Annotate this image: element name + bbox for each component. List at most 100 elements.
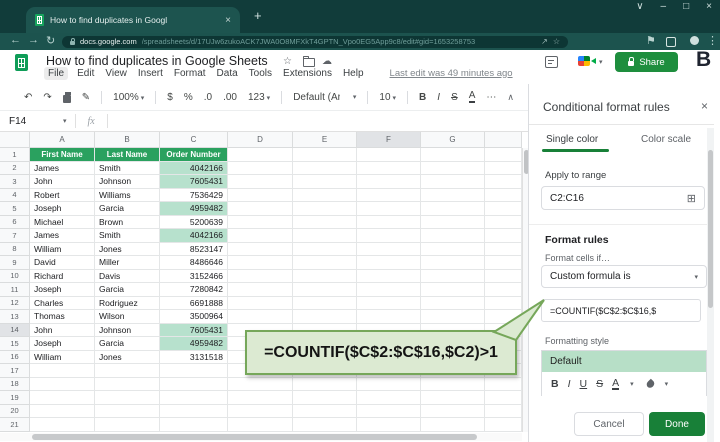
cell[interactable] — [228, 175, 293, 189]
cell[interactable]: John — [30, 175, 95, 189]
row-header-8[interactable]: 8 — [0, 243, 30, 257]
cell[interactable] — [357, 162, 421, 176]
cell[interactable]: 7605431 — [160, 324, 228, 338]
cell[interactable] — [293, 216, 357, 230]
cell[interactable] — [485, 418, 522, 432]
cell[interactable]: 7280842 — [160, 283, 228, 297]
cell[interactable]: Richard — [30, 270, 95, 284]
share-button[interactable]: Share — [615, 52, 678, 72]
column-header-F[interactable]: F — [357, 132, 421, 148]
tab-color-scale[interactable]: Color scale — [641, 134, 691, 145]
cell[interactable]: Brown — [95, 216, 160, 230]
cell[interactable] — [485, 256, 522, 270]
style-preview[interactable]: Default — [542, 351, 706, 372]
cell[interactable] — [421, 243, 485, 257]
cell[interactable] — [421, 418, 485, 432]
cell[interactable] — [293, 391, 357, 405]
cell[interactable] — [95, 391, 160, 405]
menu-file[interactable]: File — [44, 67, 68, 80]
panel-scrollbar[interactable] — [707, 128, 714, 442]
cell[interactable] — [421, 391, 485, 405]
name-box-dropdown-icon[interactable]: ▾ — [63, 117, 67, 125]
cell[interactable] — [357, 256, 421, 270]
cell[interactable] — [485, 391, 522, 405]
cell[interactable] — [30, 364, 95, 378]
font-size-select[interactable]: 10▾ — [379, 92, 396, 103]
cell[interactable] — [485, 229, 522, 243]
cell[interactable]: Smith — [95, 162, 160, 176]
cell[interactable] — [293, 256, 357, 270]
cell[interactable]: Joseph — [30, 202, 95, 216]
cell[interactable]: Davis — [95, 270, 160, 284]
cell[interactable]: Miller — [95, 256, 160, 270]
row-header-18[interactable]: 18 — [0, 378, 30, 392]
grid-corner[interactable] — [0, 132, 30, 148]
menu-edit[interactable]: Edit — [77, 68, 94, 79]
cell[interactable]: Williams — [95, 189, 160, 203]
cell[interactable] — [357, 283, 421, 297]
cell[interactable] — [228, 270, 293, 284]
cell[interactable]: 3131518 — [160, 351, 228, 365]
cell[interactable] — [357, 148, 421, 162]
cell[interactable] — [357, 216, 421, 230]
font-dropdown-icon[interactable]: ▾ — [353, 93, 357, 101]
style-italic-button[interactable]: I — [568, 378, 571, 390]
paint-format-icon[interactable]: ✎ — [82, 92, 90, 103]
cell[interactable] — [293, 418, 357, 432]
reload-icon[interactable]: ↻ — [46, 34, 55, 47]
row-header-5[interactable]: 5 — [0, 202, 30, 216]
cell[interactable] — [293, 243, 357, 257]
cell[interactable] — [160, 391, 228, 405]
cell[interactable] — [293, 162, 357, 176]
row-header-11[interactable]: 11 — [0, 283, 30, 297]
cell[interactable]: 4042166 — [160, 229, 228, 243]
cell[interactable]: First Name — [30, 148, 95, 162]
new-tab-button[interactable]: + — [254, 8, 262, 23]
horizontal-scrollbar[interactable] — [0, 433, 522, 441]
cell[interactable]: James — [30, 229, 95, 243]
row-header-13[interactable]: 13 — [0, 310, 30, 324]
column-header-C[interactable]: C — [160, 132, 228, 148]
tab-single-color[interactable]: Single color — [546, 134, 598, 145]
cell[interactable] — [357, 418, 421, 432]
cell[interactable]: Last Name — [95, 148, 160, 162]
meet-icon[interactable] — [578, 56, 590, 66]
cell[interactable]: 4959482 — [160, 337, 228, 351]
cell[interactable]: David — [30, 256, 95, 270]
zoom-select[interactable]: 100%▾ — [113, 92, 144, 103]
row-header-19[interactable]: 19 — [0, 391, 30, 405]
cell[interactable]: 5200639 — [160, 216, 228, 230]
cell[interactable]: 4042166 — [160, 162, 228, 176]
cell[interactable] — [357, 202, 421, 216]
increase-decimal-button[interactable]: .00 — [223, 92, 237, 103]
window-minimize-button[interactable]: – — [661, 1, 667, 12]
redo-icon[interactable]: ↷ — [43, 92, 51, 103]
cell[interactable] — [160, 378, 228, 392]
row-header-20[interactable]: 20 — [0, 405, 30, 419]
number-format-select[interactable]: 123▾ — [248, 92, 270, 103]
menu-data[interactable]: Data — [217, 68, 238, 79]
browser-menu-icon[interactable]: ⋮ — [707, 34, 718, 47]
cell[interactable] — [357, 175, 421, 189]
style-strikethrough-button[interactable]: S — [596, 378, 603, 390]
cell[interactable]: Order Number — [160, 148, 228, 162]
text-color-button[interactable]: A — [469, 91, 476, 103]
row-header-1[interactable]: 1 — [0, 148, 30, 162]
cell[interactable]: Joseph — [30, 337, 95, 351]
cell[interactable] — [485, 405, 522, 419]
cell[interactable] — [293, 229, 357, 243]
cell[interactable]: Jones — [95, 243, 160, 257]
window-maximize-button[interactable]: □ — [683, 1, 689, 12]
cell[interactable] — [95, 418, 160, 432]
menu-format[interactable]: Format — [174, 68, 206, 79]
forward-icon[interactable]: → — [28, 34, 39, 46]
cell[interactable]: 3152466 — [160, 270, 228, 284]
last-edit-link[interactable]: Last edit was 49 minutes ago — [390, 68, 513, 79]
cell[interactable]: Garcia — [95, 202, 160, 216]
cell[interactable] — [293, 202, 357, 216]
cell[interactable] — [357, 270, 421, 284]
row-header-7[interactable]: 7 — [0, 229, 30, 243]
name-box[interactable]: F14 — [0, 116, 61, 127]
cell[interactable] — [421, 202, 485, 216]
cell[interactable] — [421, 405, 485, 419]
